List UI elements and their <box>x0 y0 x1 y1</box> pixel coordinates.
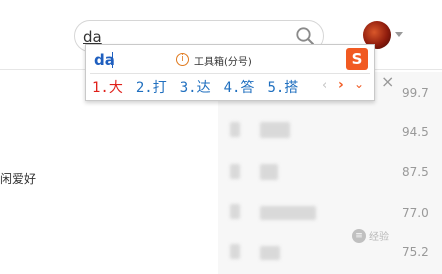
score-value: 77.0 <box>402 206 429 220</box>
blurred-item <box>260 206 316 220</box>
ime-candidate[interactable]: 3.达 <box>180 77 211 97</box>
ime-toolbox-label[interactable]: 工具箱(分号) <box>194 53 252 68</box>
chevron-down-icon[interactable] <box>395 32 403 37</box>
score-value: 99.7 <box>402 86 429 100</box>
chevron-right-icon[interactable]: › <box>338 77 344 93</box>
ime-divider <box>90 73 370 74</box>
blurred-rank <box>230 244 240 259</box>
close-icon[interactable]: × <box>381 72 394 91</box>
watermark: ≡ 经验 <box>352 228 389 243</box>
blurred-item <box>260 164 278 180</box>
search-icon[interactable] <box>295 26 315 46</box>
chevron-left-icon[interactable]: ‹ <box>322 78 327 93</box>
blurred-rank <box>230 204 240 219</box>
ime-candidate[interactable]: 2.打 <box>136 77 167 97</box>
ime-candidate-window: da i 工具箱(分号) S 1.大 2.打 3.达 4.答 5.搭 ‹ › ⌄ <box>85 44 375 101</box>
watermark-text: 经验 <box>369 232 389 243</box>
blurred-item <box>260 246 280 260</box>
left-content-text: 闲爱好 <box>0 172 37 186</box>
ime-candidate-list: 1.大 2.打 3.达 4.答 5.搭 <box>92 77 311 97</box>
ime-caret <box>112 52 113 68</box>
info-icon[interactable]: i <box>176 53 189 66</box>
watermark-logo-icon: ≡ <box>352 228 366 243</box>
score-value: 87.5 <box>402 165 429 179</box>
ime-candidate[interactable]: 4.答 <box>224 77 255 97</box>
sogou-logo-icon[interactable]: S <box>346 48 368 70</box>
blurred-rank <box>230 164 240 179</box>
blurred-rank <box>230 122 240 137</box>
chevron-down-icon[interactable]: ⌄ <box>354 77 364 91</box>
score-value: 94.5 <box>402 125 429 139</box>
score-value: 75.2 <box>402 245 429 259</box>
ime-candidate[interactable]: 1.大 <box>92 77 123 97</box>
ime-candidate[interactable]: 5.搭 <box>267 77 298 97</box>
ranking-panel: 99.7 94.5 87.5 77.0 75.2 <box>218 72 442 274</box>
blurred-item <box>260 122 290 138</box>
